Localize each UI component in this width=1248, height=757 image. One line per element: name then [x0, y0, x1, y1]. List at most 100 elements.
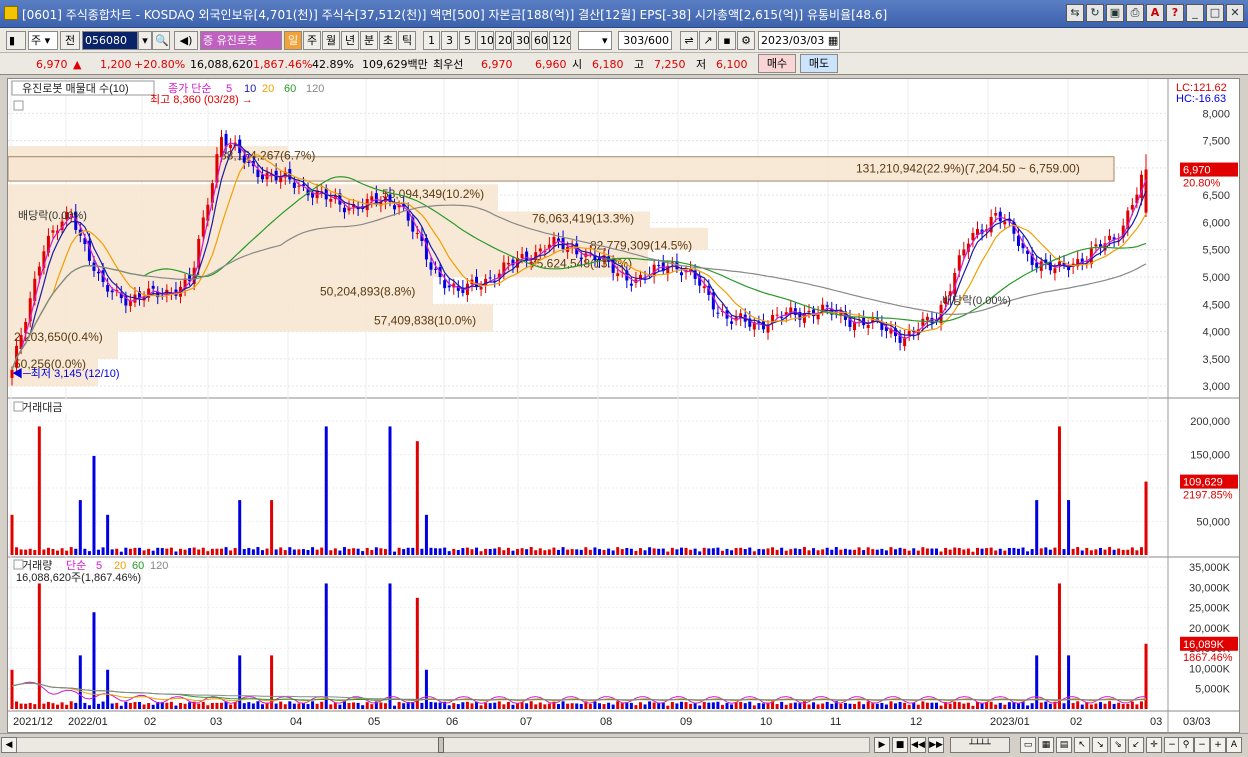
tab-0[interactable]: 일 — [284, 31, 302, 50]
candle-body — [97, 271, 101, 274]
window-title: [0601] 주식종합차트 - KOSDAQ 외국인보유[4,701(천)] 주… — [22, 8, 888, 22]
volume-bar — [611, 704, 615, 709]
speaker-icon[interactable]: ◀) — [174, 31, 198, 50]
zoom-slider[interactable]: ┴┴┴┴ — [950, 737, 1010, 753]
volume-tick-label: 20,000K — [1189, 623, 1231, 635]
volume-bar — [1003, 704, 1007, 709]
help-icon[interactable]: ? — [1166, 4, 1184, 22]
scroll-left-button[interactable]: ◀ — [1, 737, 17, 753]
amount-bar — [666, 551, 670, 555]
volume-bar — [561, 701, 565, 709]
amount-bar — [648, 547, 652, 555]
tool-icon-1[interactable]: ⇌ — [680, 31, 698, 50]
amount-bar — [511, 550, 515, 555]
refresh-icon[interactable]: ↻ — [1086, 4, 1104, 22]
stock-name-field[interactable]: 증 유진로봇 — [200, 31, 282, 50]
font-size-icon[interactable]: A — [1226, 737, 1242, 753]
tab-3[interactable]: 년 — [341, 31, 359, 50]
tab-6[interactable]: 틱 — [398, 31, 416, 50]
period-select[interactable]: 주 ▾ — [28, 31, 58, 50]
search-icon[interactable]: 🔍 — [152, 31, 170, 50]
save-icon[interactable]: ▪ — [718, 31, 736, 50]
chart-area[interactable]: 3,000 3,500 4,000 4,500 5,000 5,500 6,000 6,500… — [7, 78, 1240, 733]
volume-bar — [83, 702, 87, 709]
volume-bar — [383, 703, 387, 709]
stock-code-input[interactable]: 056080 — [82, 31, 138, 50]
volume-bar — [251, 703, 255, 709]
volume-bar — [802, 701, 806, 709]
cross-tool-icon[interactable]: ✛ — [1146, 737, 1162, 753]
volume-bar — [256, 701, 260, 709]
volume-bar — [775, 704, 779, 709]
scroll-thumb[interactable] — [438, 737, 444, 753]
volume-bar — [60, 702, 64, 709]
volume-profile-label: 76,063,419(13.3%) — [532, 211, 634, 225]
amount-bar — [907, 550, 911, 555]
amount-bar — [1035, 500, 1039, 555]
layout-icon[interactable]: ▤ — [1056, 737, 1072, 753]
amount-bar — [570, 549, 574, 555]
amount-bar — [461, 548, 465, 555]
volume-bar — [229, 704, 233, 709]
stock-chart[interactable]: 3,000 3,500 4,000 4,500 5,000 5,500 6,000 6,500… — [8, 79, 1240, 733]
prev-page-icon[interactable]: ◀◀ — [910, 737, 926, 753]
interval-20[interactable]: 20 — [495, 31, 512, 50]
amount-bar — [15, 547, 19, 555]
buy-button[interactable]: 매수 — [758, 54, 796, 73]
volume-bar — [953, 701, 957, 709]
stop-icon[interactable]: ■ — [892, 737, 908, 753]
date-field[interactable]: 2023/03/03 ▦ — [758, 31, 840, 50]
next-page-icon[interactable]: ▶▶ — [928, 737, 944, 753]
minus-zoom-icon[interactable]: − — [1194, 737, 1210, 753]
interval-3[interactable]: 3 — [441, 31, 458, 50]
price-tick-label: 6,500 — [1202, 190, 1230, 202]
amount-bar — [857, 547, 861, 555]
tab-5[interactable]: 초 — [379, 31, 397, 50]
grid-icon[interactable]: ▦ — [1038, 737, 1054, 753]
volume-bar — [110, 703, 114, 709]
window-icon[interactable]: ▣ — [1106, 4, 1124, 22]
font-icon[interactable]: A — [1146, 4, 1164, 22]
tab-1[interactable]: 주 — [303, 31, 321, 50]
tab-4[interactable]: 분 — [360, 31, 378, 50]
tab-2[interactable]: 월 — [322, 31, 340, 50]
volume-bar — [739, 701, 743, 709]
fit-icon[interactable]: ▭ — [1020, 737, 1036, 753]
plus-zoom-icon[interactable]: + — [1210, 737, 1226, 753]
print-icon[interactable]: ⎙ — [1126, 4, 1144, 22]
line-tool-icon[interactable]: ↖ — [1074, 737, 1090, 753]
interval-30[interactable]: 30 — [513, 31, 530, 50]
volume-bar — [534, 704, 538, 709]
channel-tool-icon[interactable]: ⇘ — [1110, 737, 1126, 753]
interval-input[interactable]: ▾ — [578, 31, 612, 50]
play-icon[interactable]: ▶ — [874, 737, 890, 753]
settings-icon[interactable]: ⚙ — [737, 31, 755, 50]
interval-10[interactable]: 10 — [477, 31, 494, 50]
candle-body — [971, 232, 975, 241]
interval-1[interactable]: 1 — [423, 31, 440, 50]
link-icon[interactable]: ⇆ — [1066, 4, 1084, 22]
count-field[interactable]: 303/600 — [618, 31, 672, 50]
maximize-button[interactable]: □ — [1206, 4, 1224, 22]
chart-scrollbar[interactable]: ◀ ▶ ■ ◀◀ ▶▶ ┴┴┴┴ ▭ ▦ ▤ ↖ ↘ ⇘ ↙ ✛ − ⚲ − +… — [0, 733, 1248, 757]
close-button[interactable]: ✕ — [1226, 4, 1244, 22]
sell-button[interactable]: 매도 — [800, 54, 838, 73]
candle-body — [730, 321, 734, 324]
interval-120[interactable]: 120 — [549, 31, 571, 50]
code-dropdown-icon[interactable]: ▾ — [138, 31, 152, 50]
zoom-icon[interactable]: ⚲ — [1178, 737, 1194, 753]
interval-60[interactable]: 60 — [531, 31, 548, 50]
volume-bar — [985, 702, 989, 709]
amount-bar — [1094, 549, 1098, 555]
grip-icon[interactable]: ▮ — [6, 31, 26, 50]
tool-icon-2[interactable]: ↗ — [699, 31, 717, 50]
amount-bar — [1044, 547, 1048, 555]
minimize-button[interactable]: _ — [1186, 4, 1204, 22]
amount-bar — [889, 547, 893, 555]
interval-5[interactable]: 5 — [459, 31, 476, 50]
candle-body — [506, 262, 510, 265]
trend-tool-icon[interactable]: ↘ — [1092, 737, 1108, 753]
prev-button[interactable]: 전 — [60, 31, 80, 50]
arrow-tool-icon[interactable]: ↙ — [1128, 737, 1144, 753]
candle-body — [866, 324, 870, 329]
